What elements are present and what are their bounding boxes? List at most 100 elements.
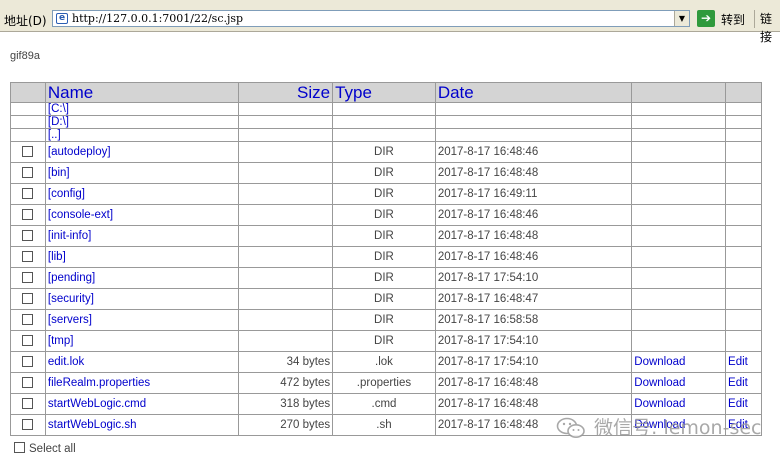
name-cell: startWebLogic.sh bbox=[44, 414, 240, 436]
name-cell: [init-info] bbox=[44, 225, 240, 247]
row-checkbox[interactable] bbox=[22, 251, 34, 263]
file-link[interactable]: [pending] bbox=[48, 272, 95, 284]
select-all[interactable]: Select all bbox=[14, 442, 76, 455]
file-link[interactable]: [servers] bbox=[48, 314, 92, 326]
drive-row: [C:\] bbox=[10, 102, 762, 116]
table-row: edit.lok 34 bytes .lok 2017-8-17 17:54:10 Do… bbox=[10, 351, 762, 373]
size-cell bbox=[238, 246, 334, 268]
row-checkbox-cell bbox=[10, 393, 46, 415]
file-link[interactable]: startWebLogic.sh bbox=[48, 419, 137, 431]
drive-link[interactable]: [..] bbox=[48, 129, 61, 141]
address-url[interactable]: http://127.0.0.1:7001/22/sc.jsp bbox=[72, 12, 243, 25]
edit-cell bbox=[725, 267, 762, 289]
file-link[interactable]: [lib] bbox=[48, 251, 66, 263]
address-input[interactable]: e http://127.0.0.1:7001/22/sc.jsp ▼ bbox=[52, 10, 690, 27]
drive-row: [..] bbox=[10, 128, 762, 142]
name-cell: [console-ext] bbox=[44, 204, 240, 226]
row-checkbox[interactable] bbox=[22, 314, 34, 326]
file-link[interactable]: [config] bbox=[48, 188, 85, 200]
row-checkbox[interactable] bbox=[22, 146, 34, 158]
ie-page-icon: e bbox=[56, 13, 68, 24]
download-link[interactable]: Download bbox=[634, 398, 685, 410]
file-link[interactable]: [tmp] bbox=[48, 335, 74, 347]
row-checkbox[interactable] bbox=[22, 419, 34, 431]
edit-link[interactable]: Edit bbox=[728, 356, 748, 368]
date-cell: 2017-8-17 16:48:48 bbox=[434, 372, 633, 394]
header-edit-col bbox=[725, 82, 762, 103]
drive-cell-empty bbox=[434, 115, 633, 129]
go-button[interactable]: ➔ 转到 bbox=[697, 10, 749, 28]
row-checkbox-cell bbox=[10, 330, 46, 352]
download-link[interactable]: Download bbox=[634, 356, 685, 368]
drive-cell-empty bbox=[631, 115, 727, 129]
date-cell: 2017-8-17 16:48:46 bbox=[434, 141, 633, 163]
header-size[interactable]: Size bbox=[238, 82, 334, 103]
drive-link[interactable]: [D:\] bbox=[48, 116, 69, 128]
size-cell bbox=[238, 309, 334, 331]
table-row: startWebLogic.cmd 318 bytes .cmd 2017-8-17 … bbox=[10, 393, 762, 415]
drive-cell-empty bbox=[10, 102, 46, 116]
name-cell: fileRealm.properties bbox=[44, 372, 240, 394]
edit-link[interactable]: Edit bbox=[728, 377, 748, 389]
size-cell bbox=[238, 288, 334, 310]
links-button[interactable]: 链接 bbox=[754, 10, 780, 44]
drive-cell-empty bbox=[238, 102, 334, 116]
type-cell: DIR bbox=[332, 225, 436, 247]
size-cell bbox=[238, 225, 334, 247]
drive-cell: [C:\] bbox=[44, 102, 240, 116]
file-link[interactable]: fileRealm.properties bbox=[48, 377, 150, 389]
file-link[interactable]: [bin] bbox=[48, 167, 70, 179]
type-cell: DIR bbox=[332, 246, 436, 268]
table-row: [tmp] DIR 2017-8-17 17:54:10 bbox=[10, 330, 762, 352]
header-name[interactable]: Name bbox=[44, 82, 240, 103]
date-cell: 2017-8-17 16:48:48 bbox=[434, 162, 633, 184]
select-all-checkbox[interactable] bbox=[14, 442, 25, 454]
row-checkbox[interactable] bbox=[22, 167, 34, 179]
header-type[interactable]: Type bbox=[332, 82, 436, 103]
file-link[interactable]: [security] bbox=[48, 293, 94, 305]
row-checkbox-cell bbox=[10, 372, 46, 394]
row-checkbox[interactable] bbox=[22, 209, 34, 221]
file-link[interactable]: [init-info] bbox=[48, 230, 91, 242]
name-cell: [config] bbox=[44, 183, 240, 205]
file-link[interactable]: startWebLogic.cmd bbox=[48, 398, 146, 410]
header-date[interactable]: Date bbox=[434, 82, 633, 103]
download-link[interactable]: Download bbox=[634, 377, 685, 389]
row-checkbox[interactable] bbox=[22, 293, 34, 305]
drive-cell-empty bbox=[332, 115, 436, 129]
size-cell bbox=[238, 330, 334, 352]
name-cell: startWebLogic.cmd bbox=[44, 393, 240, 415]
edit-cell: Edit bbox=[725, 351, 762, 373]
row-checkbox[interactable] bbox=[22, 230, 34, 242]
row-checkbox[interactable] bbox=[22, 335, 34, 347]
file-link[interactable]: [console-ext] bbox=[48, 209, 113, 221]
drive-row: [D:\] bbox=[10, 115, 762, 129]
row-checkbox-cell bbox=[10, 225, 46, 247]
header-checkbox-col bbox=[10, 82, 46, 103]
drive-link[interactable]: [C:\] bbox=[48, 103, 69, 115]
table-row: [config] DIR 2017-8-17 16:49:11 bbox=[10, 183, 762, 205]
type-cell: DIR bbox=[332, 183, 436, 205]
size-cell bbox=[238, 141, 334, 163]
row-checkbox[interactable] bbox=[22, 188, 34, 200]
edit-cell bbox=[725, 309, 762, 331]
file-link[interactable]: edit.lok bbox=[48, 356, 84, 368]
name-cell: [bin] bbox=[44, 162, 240, 184]
row-checkbox[interactable] bbox=[22, 398, 34, 410]
size-cell: 318 bytes bbox=[238, 393, 334, 415]
edit-link[interactable]: Edit bbox=[728, 398, 748, 410]
file-link[interactable]: [autodeploy] bbox=[48, 146, 111, 158]
row-checkbox[interactable] bbox=[22, 272, 34, 284]
date-cell: 2017-8-17 16:48:48 bbox=[434, 225, 633, 247]
size-cell: 34 bytes bbox=[238, 351, 334, 373]
select-all-label: Select all bbox=[29, 443, 76, 455]
date-cell: 2017-8-17 16:58:58 bbox=[434, 309, 633, 331]
download-cell bbox=[631, 141, 727, 163]
row-checkbox[interactable] bbox=[22, 356, 34, 368]
address-dropdown-button[interactable]: ▼ bbox=[674, 11, 689, 26]
type-cell: DIR bbox=[332, 330, 436, 352]
drive-cell-empty bbox=[332, 128, 436, 142]
name-cell: [pending] bbox=[44, 267, 240, 289]
row-checkbox[interactable] bbox=[22, 377, 34, 389]
table-row: [bin] DIR 2017-8-17 16:48:48 bbox=[10, 162, 762, 184]
